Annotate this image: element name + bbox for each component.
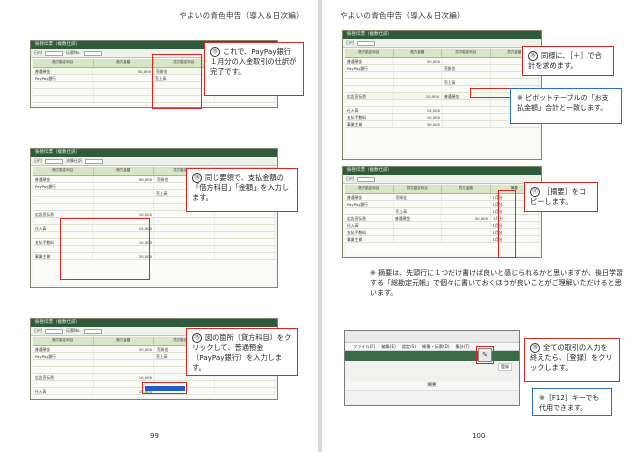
callout-step-13: ⑬ これで、PayPay銀行１月分の入金取引の仕訳が完了です。	[204, 42, 304, 96]
highlight-box	[60, 218, 150, 280]
memo-column-header: 摘要	[345, 381, 519, 391]
page-number-left: 99	[150, 432, 159, 440]
callout-step-15: ⑮ 図の箇所（貸方科目）をクリックして、普通預金（PayPay銀行）を入力します。	[186, 328, 298, 376]
date-field[interactable]	[357, 176, 375, 182]
menu-item-totals[interactable]: 集計(T)	[455, 343, 469, 350]
voucher-no-field[interactable]	[83, 50, 102, 56]
table-row[interactable]	[345, 72, 539, 79]
running-header-right: やよいの青色申告（導入＆日次編）	[340, 11, 465, 20]
voucher-toolbar: 日付 決算仕訳	[31, 157, 277, 166]
app-window-screenshot: ファイル(F) 編集(E) 設定(S) 帳簿・伝票(D) 集計(T) 摘要	[344, 330, 520, 406]
register-button[interactable]: 登録	[498, 363, 512, 371]
page-number-right: 100	[472, 432, 486, 440]
menu-item-books[interactable]: 帳簿・伝票(D)	[422, 343, 449, 350]
table-row[interactable]: PayPay銀行 売掛金	[345, 65, 539, 72]
highlight-box	[498, 190, 516, 258]
date-field[interactable]	[45, 158, 63, 164]
note-f12: ※［F12］キーでも代用できます。	[532, 388, 612, 416]
note-pivot: ※ ピボットテーブルの「お支払金額」合計と一致します。	[510, 88, 622, 124]
window-title: 振替伝票（複数仕訳）	[343, 167, 541, 175]
window-title: 振替伝票（複数仕訳）	[343, 31, 541, 39]
table-row[interactable]: 売上高	[345, 79, 539, 86]
window-titlebar	[345, 331, 519, 343]
date-field[interactable]	[45, 328, 63, 334]
callout-step-17: ⑰ ［摘要］をコピーします。	[524, 182, 598, 212]
callout-step-14: ⑭ 同じ要領で、支払金額の「借方科目」「金額」を入力します。	[186, 168, 298, 212]
running-header-left: やよいの青色申告（導入＆日次編）	[179, 11, 304, 20]
voucher-toolbar: 日付	[343, 175, 541, 184]
kessan-select[interactable]	[85, 158, 103, 164]
menu-item-settings[interactable]: 設定(S)	[402, 343, 416, 350]
callout-step-18: ⑱ 全ての取引の入力を終えたら、［登録］をクリックします。	[524, 338, 620, 382]
highlight-box	[476, 346, 494, 364]
left-page: やよいの青色申告（導入＆日次編） 振替伝票（複数仕訳） 日付 伝票No. 借方勘…	[0, 0, 318, 452]
note-memo: ※ 摘要は、先頭行に１つだけ書けば良いと感じられるかと思いますが、後日学習する「…	[370, 269, 623, 297]
voucher-no-field[interactable]	[83, 328, 102, 334]
menu-item-file[interactable]: ファイル(F)	[353, 343, 375, 350]
highlight-box	[142, 382, 187, 394]
menu-item-edit[interactable]: 編集(E)	[381, 343, 395, 350]
table-row[interactable]: 広告宣伝費 10,000	[33, 211, 275, 218]
voucher-toolbar: 日付	[343, 39, 541, 48]
window-title: 振替伝票（複数仕訳）	[31, 149, 277, 157]
table-row[interactable]: 普通預金 50,000	[345, 58, 539, 65]
right-page: やよいの青色申告（導入＆日次編） 振替伝票（複数仕訳） 日付 借方勘定科目 借方…	[322, 0, 640, 452]
highlight-box	[152, 54, 202, 109]
date-field[interactable]	[45, 50, 63, 56]
date-field[interactable]	[357, 40, 375, 46]
callout-step-16: ⑯ 同様に、［＋］で合計を求めます。	[522, 46, 614, 76]
window-title: 振替伝票（複数仕訳）	[31, 319, 277, 327]
